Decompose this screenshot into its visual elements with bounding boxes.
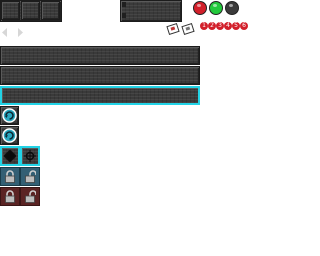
panel-notch-2 [122,13,126,18]
badge-4: 4 [224,22,232,30]
lock-open-icon [24,170,36,183]
lock-open-icon [24,190,36,203]
lock-closed-icon [4,170,16,183]
bar-3[interactable] [0,86,200,105]
lock-closed-icon [4,190,16,203]
diamond-icon [4,150,16,162]
refresh-icon [2,108,17,123]
green-lamp [209,1,223,15]
tile-2[interactable] [21,1,40,20]
badge-3: 3 [216,22,224,30]
top-panel [120,0,182,22]
left-arrow-icon[interactable] [2,28,8,37]
right-arrow-icon[interactable] [18,28,24,37]
tile-3[interactable] [41,1,60,20]
card-icon[interactable] [181,23,195,35]
badge-2: 2 [208,22,216,30]
badge-5: 5 [232,22,240,30]
bar-2[interactable] [0,66,200,85]
badge-1: 1 [200,22,208,30]
card-icon[interactable] [166,23,180,35]
red-lamp [193,1,207,15]
tile-1[interactable] [1,1,20,20]
refresh-icon [2,128,17,143]
off-lamp [225,1,239,15]
panel-notch-1 [122,2,126,7]
badge-6: 6 [240,22,248,30]
crosshair-icon [24,150,36,162]
bar-1[interactable] [0,46,200,65]
